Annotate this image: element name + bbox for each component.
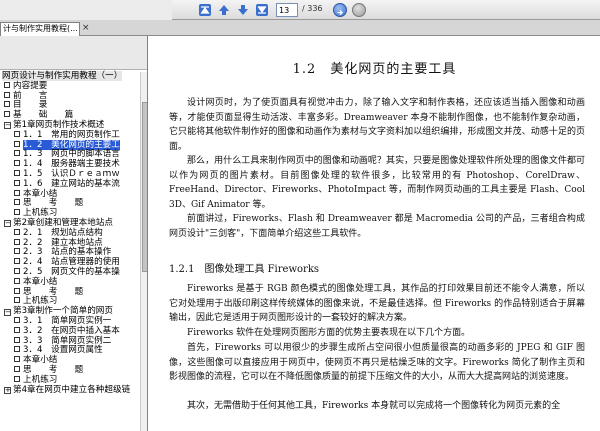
bookmark-label: 2．1 规划站点结构	[23, 227, 103, 238]
collapse-icon[interactable]: −	[4, 122, 11, 130]
scrollbar-thumb[interactable]	[142, 102, 147, 272]
bookmark-icon	[14, 356, 20, 363]
paragraph: 其次，无需借助于任何其他工具，Fireworks 本身就可以完成将一个图像转化为…	[187, 401, 561, 411]
bookmark-label: 2．4 站点管理器的使用	[23, 257, 120, 268]
bookmark-icon	[14, 238, 20, 245]
paragraph: 设计网页时，为了使页面具有视觉冲击力，除了输入文字和制作表格，还应该适当插入图像…	[169, 98, 585, 152]
bookmark-label: 第3章制作一个简单的网页	[13, 306, 113, 317]
paragraph: 那么，用什么工具来制作网页中的图像和动画呢？其实，只要是图像处理软件所处理的图像…	[169, 156, 585, 210]
bookmark-icon	[14, 277, 20, 284]
bookmark-icon	[14, 150, 20, 157]
bookmark-icon	[14, 179, 20, 186]
bookmark-label: 本章小结	[23, 276, 58, 287]
document-tab-strip: 计与制作实用教程(... ×	[0, 20, 600, 36]
bookmark-label: 3．2 在网页中插入基本	[23, 325, 120, 336]
bookmark-label: 第1章网页制作技术概述	[13, 119, 105, 130]
bookmark-label: 内容提要	[13, 80, 48, 91]
bookmark-icon	[14, 169, 20, 176]
bookmark-label: 1．3 网页中的脚本语言	[23, 149, 120, 160]
bookmark-icon	[14, 258, 20, 265]
page-title: 1.2 美化网页的主要工具	[292, 62, 457, 77]
bookmark-icon	[4, 81, 10, 88]
bookmark-label: 3．4 设置网页属性	[23, 345, 103, 356]
page-total-label: / 336	[302, 4, 323, 13]
bookmark-icon	[14, 287, 20, 294]
bookmark-icon	[14, 365, 20, 372]
collapse-icon[interactable]: −	[4, 308, 11, 316]
bookmark-icon	[14, 336, 20, 343]
bookmark-label: 基 础 篇	[13, 110, 74, 121]
bookmark-item[interactable]: + 第4章在网页中建立各种超级链	[0, 384, 140, 396]
bookmark-label: 3．1 简单网页实例一	[23, 315, 112, 326]
bookmark-item[interactable]: 2．5 网页文件的基本操	[0, 266, 140, 278]
bookmark-label: 第4章在网页中建立各种超级链	[13, 384, 131, 395]
expand-icon[interactable]: +	[4, 387, 11, 394]
bookmark-icon	[14, 316, 20, 323]
bookmark-label: 2．5 网页文件的基本操	[23, 266, 120, 277]
bookmark-icon	[14, 130, 20, 137]
bookmark-label: 上机练习	[23, 296, 58, 307]
bookmark-item[interactable]: 3．4 设置网页属性	[0, 345, 140, 356]
bookmark-icon	[14, 209, 20, 216]
page-number-input[interactable]	[276, 3, 298, 17]
next-page-icon[interactable]	[236, 3, 250, 17]
paragraph: Fireworks 是基于 RGB 颜色模式的图像处理工具，其作品的打印效果目前…	[169, 284, 585, 323]
bookmark-label: 1．6 建立网站的基本流	[23, 178, 120, 189]
bookmark-label: 思 考 题	[23, 198, 84, 209]
zoom-icon[interactable]	[352, 3, 366, 17]
bookmark-label: 思 考 题	[23, 364, 84, 375]
bookmark-label: 网页设计与制作实用教程（一）	[2, 71, 123, 81]
bookmark-icon	[14, 375, 20, 382]
collapse-icon[interactable]: −	[4, 220, 11, 228]
bookmark-label: 1．4 服务器端主要技术	[23, 159, 120, 170]
sidebar-header	[0, 36, 147, 70]
bookmark-sidebar: 网页设计与制作实用教程（一） 内容提要前 言目 录基 础 篇 − 第1章网页制作技术概…	[0, 36, 148, 431]
document-tab[interactable]: 计与制作实用教程(...	[0, 22, 80, 36]
bookmark-icon	[4, 111, 10, 118]
navigation-toolbar: / 336	[0, 0, 600, 20]
bookmark-item[interactable]: 思 考 题	[0, 364, 140, 376]
bookmark-tree: 网页设计与制作实用教程（一） 内容提要前 言目 录基 础 篇 − 第1章网页制作技术概…	[0, 71, 140, 396]
bookmark-icon	[14, 326, 20, 333]
bookmark-label: 目 录	[13, 100, 48, 111]
bookmark-icon	[14, 189, 20, 196]
paragraph: 前面讲过，Fireworks、Flash 和 Dreamweaver 都是 Ma…	[169, 214, 585, 239]
bookmark-icon	[14, 228, 20, 235]
bookmark-label: 1．1 常用的网页制作工	[23, 129, 120, 140]
bookmark-icon	[4, 91, 10, 98]
sidebar-scrollbar[interactable]	[140, 72, 147, 431]
bookmark-item[interactable]: 1．6 建立网站的基本流	[0, 178, 140, 190]
bookmark-item[interactable]: 思 考 题	[0, 287, 140, 298]
last-page-icon[interactable]	[255, 3, 269, 17]
toolbar-left-area	[0, 0, 172, 20]
bookmark-icon	[14, 248, 20, 255]
first-page-icon[interactable]	[198, 3, 212, 17]
bookmark-icon	[14, 199, 20, 206]
close-icon[interactable]: ×	[82, 23, 92, 33]
bookmark-icon	[14, 297, 20, 304]
bookmark-icon	[14, 140, 20, 147]
bookmark-label: 本章小结	[23, 355, 58, 366]
bookmark-label: 上机练习	[23, 208, 58, 219]
bookmark-label: 第2章创建和管理本地站点	[13, 217, 113, 228]
bookmark-icon	[14, 267, 20, 274]
bookmark-label: 上机练习	[23, 374, 58, 385]
bookmark-icon	[14, 346, 20, 353]
section-heading: 1.2.1 图像处理工具 Fireworks	[169, 264, 320, 275]
previous-page-icon[interactable]	[217, 3, 231, 17]
paragraph: 首先，Fireworks 可以用很少的步骤生成所占空间很小但质量很高的动画多彩的…	[169, 343, 585, 382]
bookmark-label: 1．5 认识Ｄｒｅａｍｗ	[23, 168, 120, 179]
bookmark-item[interactable]: 思 考 题	[0, 198, 140, 209]
go-icon[interactable]	[333, 3, 347, 17]
bookmark-label: 2．3 站点的基本操作	[23, 247, 112, 258]
paragraph: Fireworks 软件在处理网页图形方面的优势主要表现在以下几个方面。	[187, 328, 471, 338]
document-page: 1.2 美化网页的主要工具 设计网页时，为了使页面具有视觉冲击力，除了输入文字和…	[149, 36, 600, 431]
bookmark-icon	[14, 160, 20, 167]
bookmark-icon	[4, 101, 10, 108]
